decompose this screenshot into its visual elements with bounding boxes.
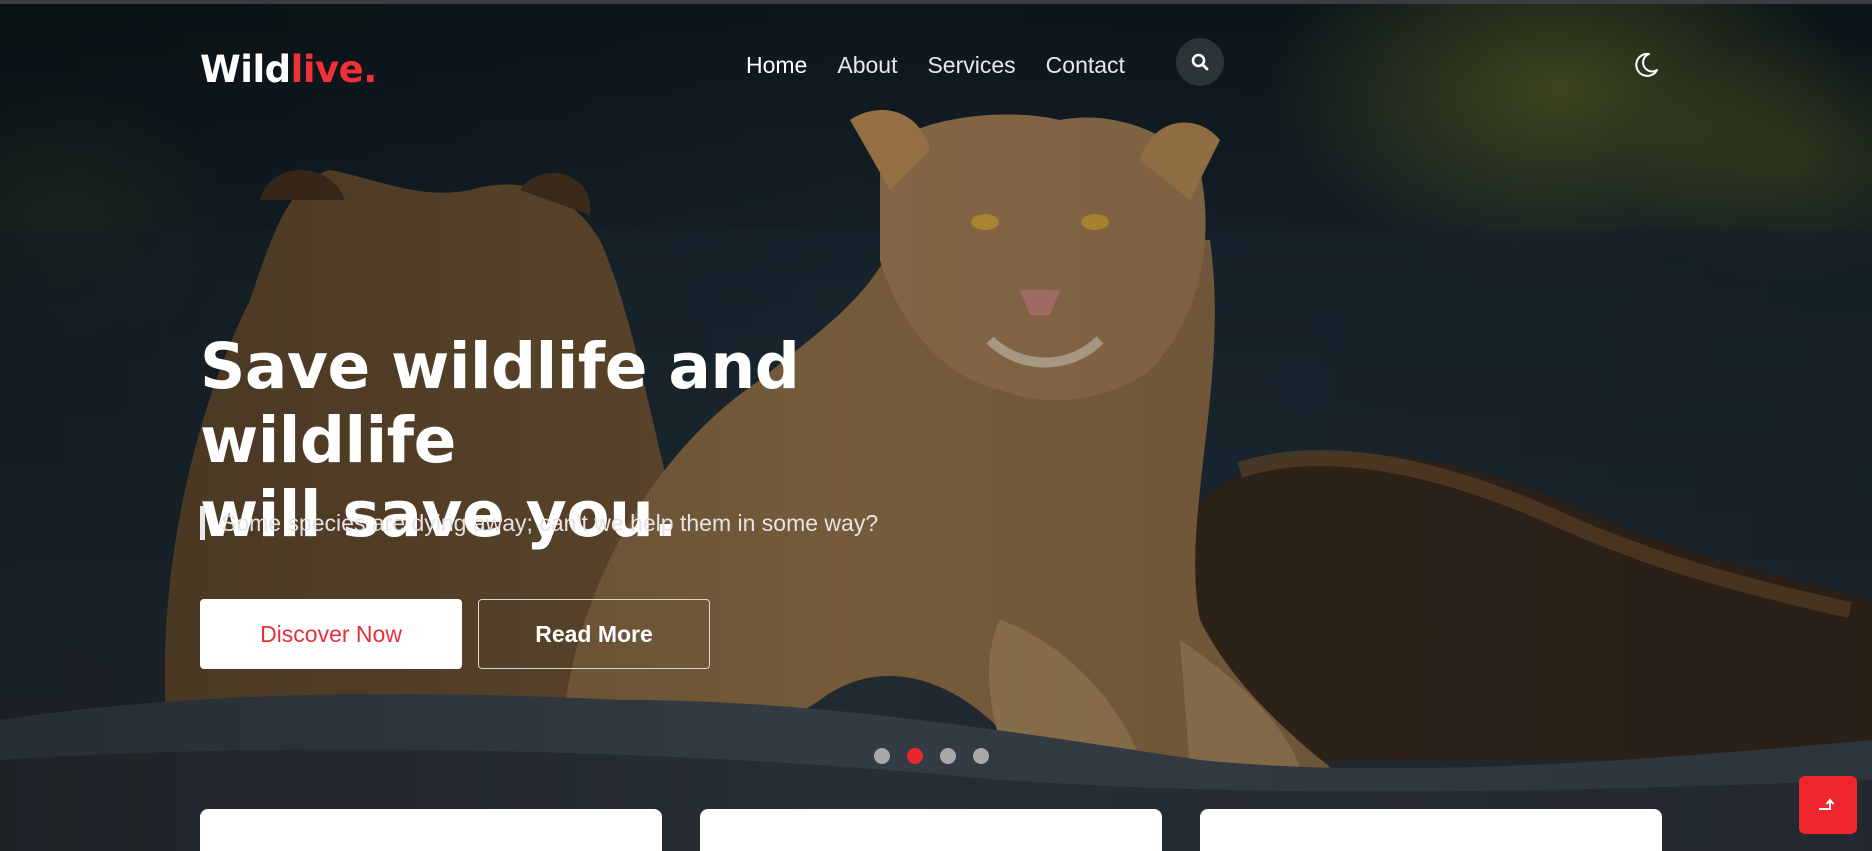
site-logo[interactable]: Wildlive. [200,48,377,91]
hero-title-line1: Save wildlife and wildlife [200,330,800,477]
browser-top-edge [0,0,1872,4]
nav-about[interactable]: About [837,52,897,79]
scroll-to-top-button[interactable] [1799,776,1857,834]
read-more-button[interactable]: Read More [478,599,710,669]
feature-card-3 [1200,809,1662,851]
page: Wildlive. Home About Services Contact Sa… [0,0,1872,851]
theme-toggle-button[interactable] [1630,50,1660,80]
search-button[interactable] [1176,38,1224,86]
nav-home[interactable]: Home [746,52,807,79]
search-icon [1191,53,1209,71]
logo-text-main: Wild [200,48,291,91]
slider-pagination [874,748,989,764]
logo-text-accent: live. [290,48,378,91]
nav-contact[interactable]: Contact [1046,52,1125,79]
moon-icon [1635,52,1658,77]
slider-dot-3[interactable] [940,748,956,764]
nav-services[interactable]: Services [927,52,1015,79]
feature-card-1 [200,809,662,851]
slider-dot-4[interactable] [973,748,989,764]
hero-subtitle: Some species are dying away; can’t we he… [200,506,878,540]
main-nav: Home About Services Contact [746,52,1125,79]
discover-now-button[interactable]: Discover Now [200,599,462,669]
slider-dot-2[interactable] [907,748,923,764]
feature-card-2 [700,809,1162,851]
arrow-up-icon [1819,798,1835,810]
slider-dot-1[interactable] [874,748,890,764]
